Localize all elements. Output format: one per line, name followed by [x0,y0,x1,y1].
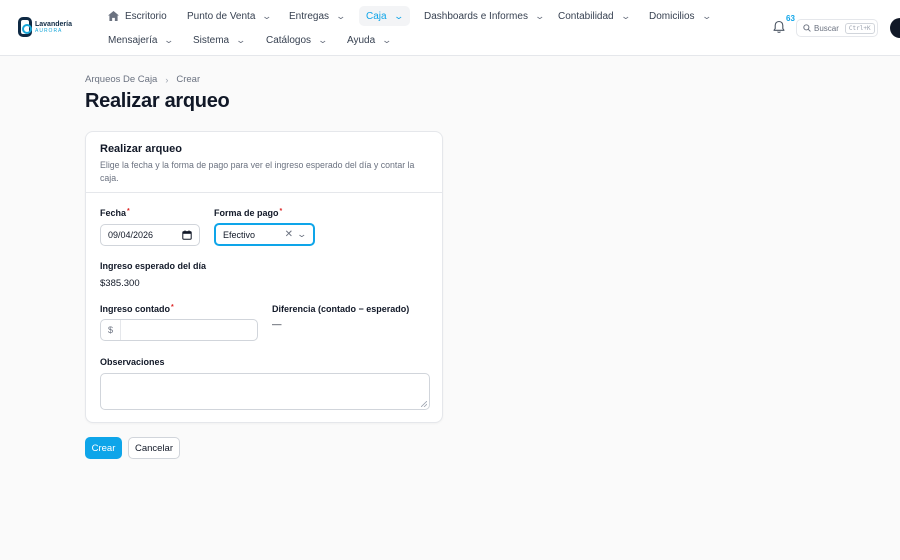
home-icon [108,11,119,21]
bell-icon[interactable] [772,20,786,34]
chevron-down-icon: ⌄ [393,10,404,21]
ingreso-esperado-label: Ingreso esperado del día [100,261,207,271]
cancel-button[interactable]: Cancelar [128,437,180,459]
observaciones-textarea[interactable] [100,373,430,410]
chevron-down-icon: ⌄ [620,10,631,21]
calendar-icon[interactable] [182,230,192,240]
required-marker: * [127,208,130,215]
ingreso-contado-input[interactable]: $ [100,319,258,341]
nav-label: Sistema [193,34,230,46]
nav-entregas[interactable]: Entregas ⌄ [283,6,351,26]
nav-label: Dashboards e Informes [424,10,528,22]
nav-ayuda[interactable]: Ayuda ⌄ [341,30,397,50]
search-label: Buscar [814,23,839,33]
nav-label: Catálogos [266,34,312,46]
search-icon [803,24,811,32]
create-button[interactable]: Crear [85,437,122,459]
diferencia-value: — [272,319,282,330]
observaciones-label: Observaciones [100,357,165,367]
nav-label: Punto de Venta [187,10,256,22]
arqueo-form-card: Realizar arqueo Elige la fecha y la form… [85,131,443,423]
nav-mensajeria[interactable]: Mensajería ⌄ [102,30,179,50]
nav-label: Entregas [289,10,330,22]
required-marker: * [279,208,283,215]
nav-catalogos[interactable]: Catálogos ⌄ [260,30,333,50]
top-navigation: Lavandería AURORA Escritorio Punto de Ve… [0,0,900,56]
chevron-down-icon: ⌄ [534,10,546,21]
page-title: Realizar arqueo [85,90,230,112]
chevron-down-icon: ⌄ [701,10,712,21]
search-shortcut: Ctrl+K [844,22,875,34]
chevron-down-icon: ⌄ [261,10,273,21]
brand-logo[interactable]: Lavandería AURORA [18,17,72,37]
chevron-down-icon: ⌄ [317,34,329,45]
nav-label: Ayuda [347,34,376,46]
chevron-down-icon[interactable]: ⌄ [297,229,308,240]
card-title: Realizar arqueo [100,143,182,155]
resize-handle-icon[interactable] [421,401,427,407]
avatar[interactable] [890,18,900,38]
breadcrumb-current: Crear [176,74,201,85]
ingreso-contado-label: Ingreso contado* [100,304,174,314]
fecha-label: Fecha* [100,208,130,218]
nav-label: Caja [366,10,387,22]
notification-badge: 63 [786,14,795,23]
forma-pago-label: Forma de pago* [214,208,283,218]
required-marker: * [171,304,174,311]
card-header: Realizar arqueo Elige la fecha y la form… [86,132,442,193]
clear-icon[interactable]: ✕ [285,229,293,240]
nav-label: Domicilios [649,10,695,22]
chevron-down-icon: ⌄ [235,34,247,45]
brand-name: Lavandería [35,20,72,28]
currency-prefix: $ [101,320,121,340]
fecha-date-input[interactable]: 09/04/2026 [100,224,200,246]
nav-label: Contabilidad [558,10,614,22]
chevron-down-icon: ⌄ [381,34,393,45]
chevron-right-icon: › [165,74,169,85]
nav-escritorio[interactable]: Escritorio [102,6,173,26]
forma-pago-value: Efectivo [223,229,256,240]
breadcrumb: Arqueos De Caja › Crear [85,74,200,85]
nav-contabilidad[interactable]: Contabilidad ⌄ [552,6,635,26]
nav-domicilios[interactable]: Domicilios ⌄ [643,6,716,26]
ingreso-esperado-value: $385.300 [100,278,140,289]
chevron-down-icon: ⌄ [335,10,347,21]
nav-dashboards[interactable]: Dashboards e Informes ⌄ [418,6,550,26]
fecha-value: 09/04/2026 [108,230,154,240]
nav-punto-de-venta[interactable]: Punto de Venta ⌄ [181,6,277,26]
chevron-down-icon: ⌄ [163,34,175,45]
diferencia-label: Diferencia (contado − esperado) [272,304,410,314]
brand-sub: AURORA [35,27,63,34]
breadcrumb-parent-link[interactable]: Arqueos De Caja [85,74,157,85]
card-description: Elige la fecha y la forma de pago para v… [100,160,415,183]
forma-pago-select[interactable]: Efectivo ✕ ⌄ [214,223,315,246]
nav-label: Mensajería [108,34,158,46]
nav-label: Escritorio [125,10,167,22]
logo-icon [18,17,32,37]
global-search-button[interactable]: Buscar Ctrl+K [796,19,878,37]
nav-caja[interactable]: Caja ⌄ [359,6,411,26]
nav-sistema[interactable]: Sistema ⌄ [187,30,251,50]
